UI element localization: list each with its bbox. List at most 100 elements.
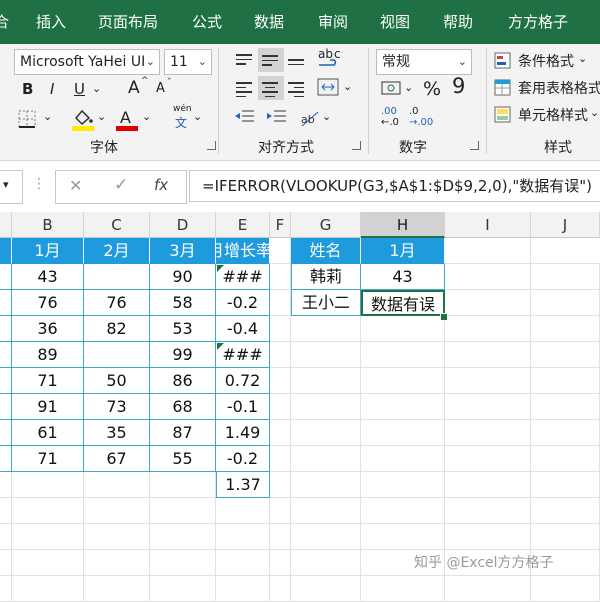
table-cell-b[interactable]: 71 — [12, 446, 84, 472]
grid-cell[interactable] — [270, 446, 291, 472]
wrap-text-icon[interactable]: ab c — [316, 47, 342, 71]
grid-cell[interactable] — [531, 394, 600, 420]
italic-button[interactable]: I — [50, 80, 54, 98]
table-cell-e[interactable]: -0.1 — [216, 394, 270, 420]
indent-increase-icon[interactable] — [264, 106, 290, 130]
cell-styles-button[interactable]: 单元格样式 ⌄ — [494, 104, 600, 126]
table-header-cell[interactable]: 1月 — [12, 238, 84, 264]
table-cell-c[interactable] — [84, 472, 150, 498]
table-cell-b[interactable]: 76 — [12, 290, 84, 316]
font-name-select[interactable]: Microsoft YaHei UI ⌄ — [14, 49, 160, 75]
lookup-name-cell[interactable]: 韩莉 — [291, 264, 361, 290]
table-cell-a[interactable] — [0, 316, 12, 342]
grid-cell[interactable] — [445, 290, 531, 316]
tab-page-layout[interactable]: 页面布局 — [98, 0, 158, 44]
grid-cell[interactable] — [150, 498, 216, 524]
cancel-icon[interactable]: ✕ — [69, 176, 82, 195]
table-cell-c[interactable]: 73 — [84, 394, 150, 420]
column-header-e[interactable]: E — [216, 212, 270, 238]
dropdown-arrow-icon[interactable]: ⌄ — [43, 110, 52, 123]
column-header-a[interactable] — [0, 212, 12, 238]
grid-cell[interactable] — [445, 264, 531, 290]
table-header-cell-a[interactable] — [0, 238, 12, 264]
grid-cell[interactable] — [445, 316, 531, 342]
table-cell-a[interactable] — [0, 290, 12, 316]
percent-button[interactable]: % — [423, 78, 441, 100]
grid-cell[interactable] — [12, 498, 84, 524]
font-size-select[interactable]: 11 ⌄ — [164, 49, 212, 75]
table-cell-e[interactable]: ### — [216, 342, 270, 368]
active-cell-h3[interactable]: 数据有误 — [361, 290, 445, 316]
shrink-font-button[interactable]: A — [156, 81, 165, 96]
tab-review[interactable]: 审阅 — [318, 0, 348, 44]
grid-cell[interactable] — [361, 576, 445, 602]
border-icon[interactable] — [16, 108, 42, 132]
column-header-c[interactable]: C — [84, 212, 150, 238]
confirm-icon[interactable]: ✓ — [114, 175, 128, 195]
column-header-d[interactable]: D — [150, 212, 216, 238]
column-header-i[interactable]: I — [445, 212, 531, 238]
insert-function-icon[interactable]: fx — [154, 176, 168, 194]
grid-cell[interactable] — [291, 524, 361, 550]
grid-cell[interactable] — [270, 316, 291, 342]
table-cell-b[interactable] — [12, 472, 84, 498]
table-cell-a[interactable] — [0, 446, 12, 472]
table-cell-b[interactable]: 36 — [12, 316, 84, 342]
format-as-table-button[interactable]: 套用表格格式 — [494, 77, 600, 99]
table-cell-e[interactable]: -0.2 — [216, 290, 270, 316]
table-cell-b[interactable]: 89 — [12, 342, 84, 368]
grid-cell[interactable] — [531, 472, 600, 498]
grid-cell[interactable] — [270, 420, 291, 446]
grid-cell[interactable] — [531, 290, 600, 316]
table-cell-c[interactable] — [84, 264, 150, 290]
table-cell-d[interactable]: 87 — [150, 420, 216, 446]
table-cell-a[interactable] — [0, 472, 12, 498]
grid-cell[interactable] — [291, 394, 361, 420]
grid-cell[interactable] — [361, 316, 445, 342]
bold-button[interactable]: B — [22, 80, 33, 98]
grid-cell[interactable] — [445, 394, 531, 420]
grid-cell[interactable] — [0, 524, 12, 550]
grid-cell[interactable] — [84, 550, 150, 576]
grid-cell[interactable] — [531, 446, 600, 472]
grid-cell[interactable] — [270, 264, 291, 290]
grid-cell[interactable] — [531, 420, 600, 446]
grid-cell[interactable] — [445, 368, 531, 394]
table-header-cell[interactable]: 月增长率 — [216, 238, 270, 264]
table-cell-e[interactable]: -0.4 — [216, 316, 270, 342]
dropdown-arrow-icon[interactable]: ⌄ — [92, 82, 101, 95]
grid-cell[interactable] — [531, 498, 600, 524]
grid-cell[interactable] — [84, 524, 150, 550]
tab-data[interactable]: 数据 — [254, 0, 284, 44]
grid-cell[interactable] — [84, 576, 150, 602]
launcher-icon[interactable] — [207, 141, 216, 150]
grid-cell[interactable] — [361, 472, 445, 498]
dropdown-arrow-icon[interactable]: ⌄ — [322, 110, 331, 123]
accounting-format-icon[interactable] — [380, 77, 406, 101]
table-cell-c[interactable] — [84, 342, 150, 368]
launcher-icon[interactable] — [352, 141, 361, 150]
table-cell-c[interactable]: 76 — [84, 290, 150, 316]
grid-cell[interactable] — [531, 368, 600, 394]
fill-color-icon[interactable] — [70, 106, 96, 131]
table-cell-e[interactable]: -0.2 — [216, 446, 270, 472]
grid-cell[interactable] — [361, 498, 445, 524]
grid-cell[interactable] — [291, 576, 361, 602]
grid-cell[interactable] — [445, 238, 531, 264]
table-cell-a[interactable] — [0, 264, 12, 290]
font-color-icon[interactable]: A — [114, 106, 140, 131]
table-cell-a[interactable] — [0, 342, 12, 368]
fill-handle[interactable] — [440, 313, 448, 321]
table-cell-b[interactable]: 61 — [12, 420, 84, 446]
table-cell-b[interactable]: 71 — [12, 368, 84, 394]
table-cell-e[interactable]: 1.37 — [216, 472, 270, 498]
tab-home[interactable]: 合 — [0, 0, 9, 44]
increase-decimal-button[interactable]: .00 — [381, 106, 397, 117]
grid-cell[interactable] — [150, 524, 216, 550]
grid-cell[interactable] — [445, 446, 531, 472]
grid-cell[interactable] — [84, 498, 150, 524]
grid-cell[interactable] — [12, 576, 84, 602]
align-top-icon[interactable] — [232, 48, 258, 72]
grid-cell[interactable] — [291, 446, 361, 472]
table-header-cell[interactable]: 3月 — [150, 238, 216, 264]
